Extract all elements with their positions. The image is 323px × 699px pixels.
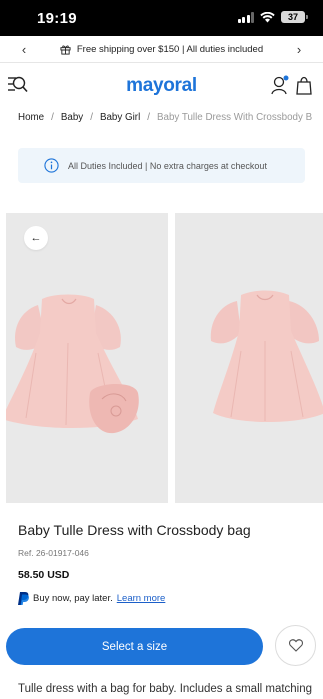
status-time: 19:19 — [37, 10, 77, 27]
breadcrumb: Home / Baby / Baby Girl / Baby Tulle Dre… — [18, 112, 323, 123]
gift-icon — [60, 44, 71, 55]
product-ref: Ref. 26-01917-046 — [18, 548, 89, 558]
product-image-1[interactable]: ← — [6, 213, 168, 503]
promo-content: Free shipping over $150 | All duties inc… — [60, 44, 263, 55]
wishlist-button[interactable] — [275, 625, 316, 666]
account-icon[interactable] — [271, 75, 289, 95]
dress-image — [210, 290, 323, 422]
product-image-2[interactable] — [175, 213, 323, 503]
paypal-row: Buy now, pay later. Learn more — [18, 592, 165, 605]
arrow-left-icon[interactable]: ← — [24, 226, 48, 250]
paypal-icon — [18, 592, 29, 605]
breadcrumb-separator: / — [147, 112, 150, 123]
site-header: mayoral — [0, 64, 323, 108]
product-price: 58.50 USD — [18, 569, 70, 581]
promo-text: Free shipping over $150 | All duties inc… — [76, 43, 264, 55]
learn-more-link[interactable]: Learn more — [117, 593, 166, 604]
duties-notice: All Duties Included | No extra charges a… — [18, 148, 305, 183]
dress-with-bag-image — [6, 294, 139, 434]
info-icon — [44, 158, 59, 173]
status-bar: 19:19 37 — [0, 0, 323, 36]
heart-icon — [288, 639, 303, 652]
breadcrumb-separator: / — [90, 112, 93, 123]
product-description: Tulle dress with a bag for baby. Include… — [18, 683, 313, 695]
duties-text: All Duties Included | No extra charges a… — [68, 160, 267, 171]
breadcrumb-separator: / — [51, 112, 54, 123]
select-size-button[interactable]: Select a size — [6, 628, 263, 665]
status-indicators: 37 — [237, 11, 308, 23]
signal-icon — [237, 11, 254, 23]
breadcrumb-baby-girl[interactable]: Baby Girl — [100, 112, 140, 123]
product-gallery[interactable]: ← — [0, 213, 323, 503]
chevron-left-icon[interactable]: ‹ — [16, 42, 32, 57]
promo-bar: ‹ Free shipping over $150 | All duties i… — [0, 36, 323, 63]
paypal-text: Buy now, pay later. — [33, 593, 113, 604]
breadcrumb-current: Baby Tulle Dress With Crossbody B — [156, 112, 313, 123]
battery-icon: 37 — [281, 11, 308, 23]
wifi-icon — [260, 11, 275, 22]
breadcrumb-baby[interactable]: Baby — [61, 112, 83, 123]
product-title: Baby Tulle Dress with Crossbody bag — [18, 522, 251, 538]
chevron-right-icon[interactable]: › — [291, 42, 307, 57]
breadcrumb-home[interactable]: Home — [18, 112, 44, 123]
shopping-bag-icon[interactable] — [296, 75, 312, 95]
action-bar: Select a size — [0, 620, 323, 672]
